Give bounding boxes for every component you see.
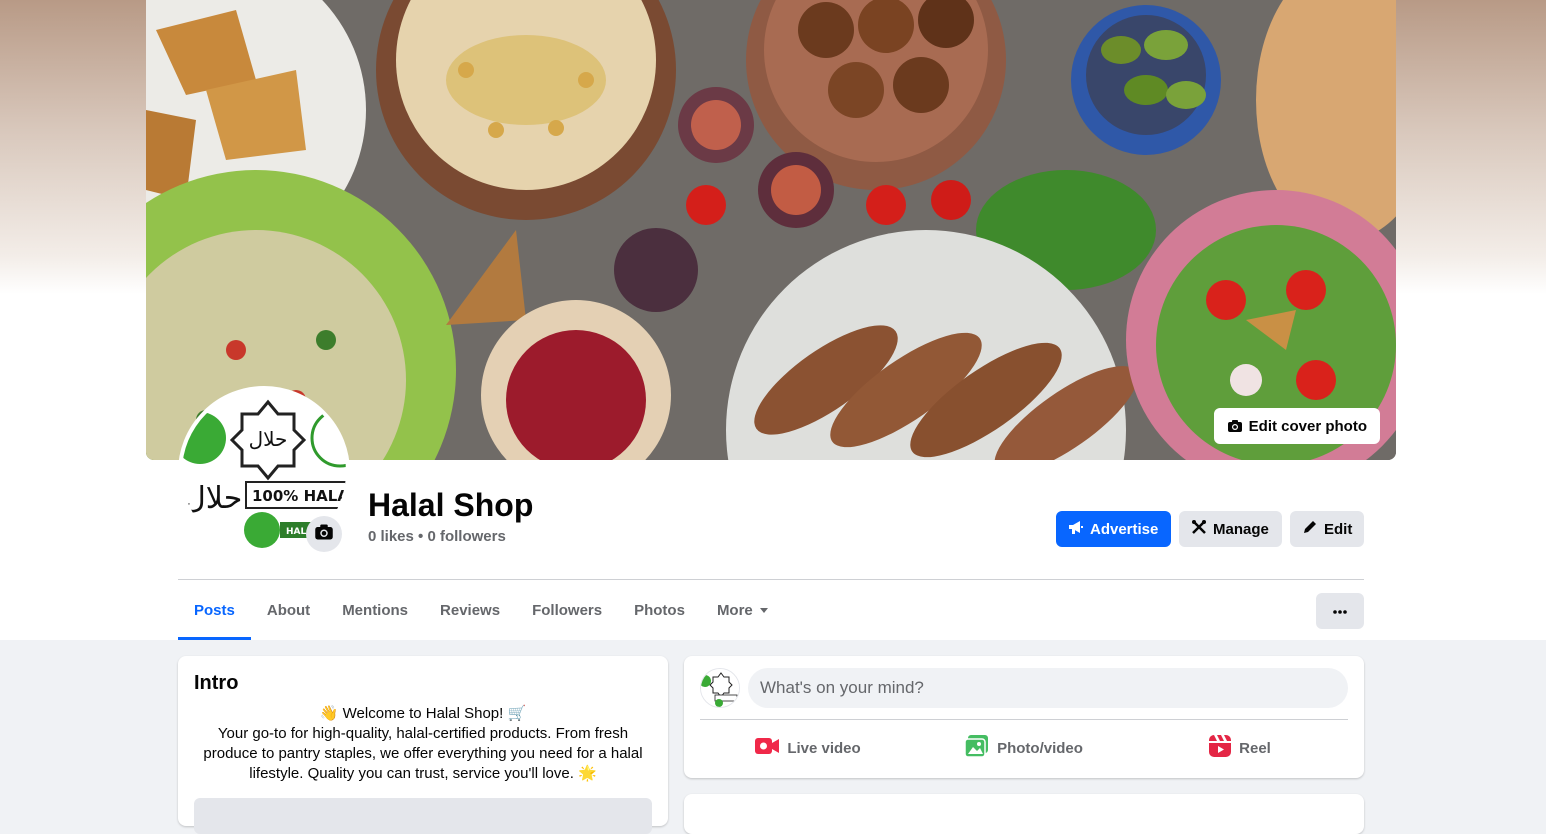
tab-about[interactable]: About <box>251 580 326 640</box>
live-video-label: Live video <box>787 739 861 757</box>
edit-button[interactable]: Edit <box>1290 511 1364 547</box>
reel-icon <box>1209 735 1232 761</box>
tab-more[interactable]: More <box>701 580 785 640</box>
tab-mentions[interactable]: Mentions <box>326 580 424 640</box>
tab-label: Followers <box>532 601 603 619</box>
tab-posts[interactable]: Posts <box>178 580 251 640</box>
composer-actions: Live video Photo/video Reel <box>700 728 1348 768</box>
reel-button[interactable]: Reel <box>1132 728 1348 768</box>
composer-divider <box>700 719 1348 720</box>
edit-cover-photo-button[interactable]: Edit cover photo <box>1213 408 1380 444</box>
svg-text:حلال: حلال <box>249 427 288 451</box>
tab-label: Photos <box>634 601 685 619</box>
tab-label: About <box>266 601 311 619</box>
tools-icon <box>1191 519 1207 539</box>
camera-icon <box>314 522 334 547</box>
post-composer: Live video Photo/video Reel <box>684 656 1364 778</box>
edit-label: Edit <box>1324 520 1353 538</box>
tab-label: Posts <box>194 601 235 619</box>
tab-reviews[interactable]: Reviews <box>424 580 516 640</box>
tab-label: Mentions <box>342 601 409 619</box>
intro-card: Intro 👋 Welcome to Halal Shop! 🛒 Your go… <box>178 656 668 834</box>
more-options-button[interactable] <box>1316 593 1364 629</box>
camera-icon <box>1227 418 1243 434</box>
live-video-button[interactable]: Live video <box>700 728 916 768</box>
intro-bio-text: Your go-to for high-quality, halal-certi… <box>203 725 643 782</box>
photo-video-button[interactable]: Photo/video <box>916 728 1132 768</box>
manage-button[interactable]: Manage <box>1179 511 1282 547</box>
caret-down-icon <box>759 602 769 619</box>
tab-photos[interactable]: Photos <box>618 580 701 640</box>
page-tabs: Posts About Mentions Reviews Followers P… <box>178 580 785 640</box>
next-feed-card <box>684 794 1364 834</box>
intro-bio-greeting: 👋 Welcome to Halal Shop! 🛒 <box>319 705 527 722</box>
edit-cover-photo-label: Edit cover photo <box>1248 417 1367 435</box>
cover-food-image <box>146 0 1396 460</box>
intro-title: Intro <box>194 672 239 694</box>
update-profile-picture-button[interactable] <box>306 516 342 552</box>
tab-label: More <box>716 601 753 619</box>
live-video-icon <box>755 736 780 760</box>
composer-avatar[interactable] <box>700 668 740 708</box>
page-stats[interactable]: 0 likes • 0 followers <box>368 528 506 545</box>
ellipsis-icon <box>1332 602 1348 620</box>
photo-video-label: Photo/video <box>997 739 1083 757</box>
reel-label: Reel <box>1239 739 1271 757</box>
whats-on-your-mind-input[interactable] <box>748 668 1348 708</box>
page-title: Halal Shop <box>368 487 534 523</box>
cover-photo[interactable]: Edit cover photo <box>146 0 1396 460</box>
svg-text:100% HALAL: 100% HALAL <box>252 487 346 505</box>
svg-text:حلال: حلال <box>184 481 242 516</box>
tab-label: Reviews <box>440 601 501 619</box>
manage-label: Manage <box>1213 520 1269 538</box>
megaphone-icon <box>1068 519 1084 539</box>
halal-logo-image <box>701 669 739 707</box>
pencil-icon <box>1302 519 1318 539</box>
advertise-label: Advertise <box>1090 520 1159 538</box>
intro-bio: 👋 Welcome to Halal Shop! 🛒 Your go-to fo… <box>194 704 652 784</box>
edit-bio-button[interactable] <box>194 798 652 834</box>
tab-followers[interactable]: Followers <box>516 580 618 640</box>
photo-video-icon <box>964 735 989 761</box>
advertise-button[interactable]: Advertise <box>1056 511 1171 547</box>
